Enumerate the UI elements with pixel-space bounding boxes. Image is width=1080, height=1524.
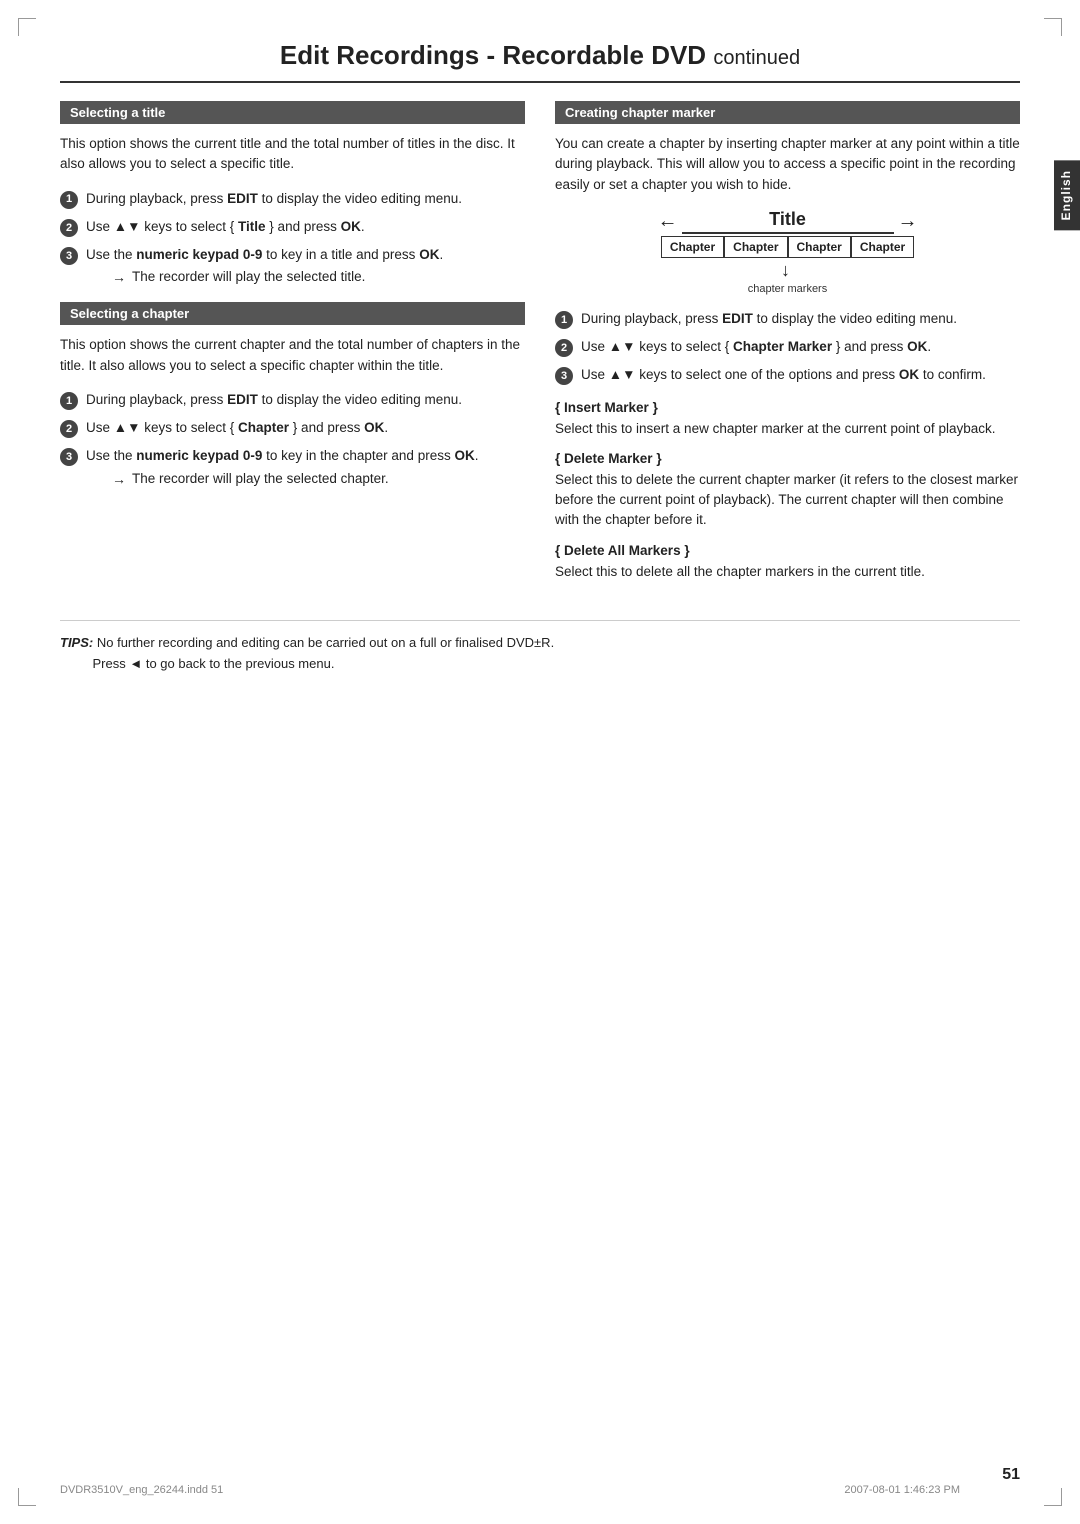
footer-file: DVDR3510V_eng_26244.indd 51 [60, 1484, 223, 1496]
sub-section-delete-body: Select this to delete the current chapte… [555, 470, 1020, 531]
result-text: The recorder will play the selected chap… [132, 469, 389, 490]
chapter-marker-body: You can create a chapter by inserting ch… [555, 134, 1020, 195]
section-header-chapter-marker: Creating chapter marker [555, 101, 1020, 124]
step-number: 1 [60, 191, 78, 209]
step-number: 3 [555, 367, 573, 385]
step-number: 3 [60, 247, 78, 265]
section-header-title: Selecting a title [60, 101, 525, 124]
sub-section-delete-title: { Delete Marker } [555, 451, 1020, 466]
chapter-marker-steps: 1 During playback, press EDIT to display… [555, 309, 1020, 386]
result-text: The recorder will play the selected titl… [132, 267, 365, 288]
step-item: 2 Use ▲▼ keys to select { Chapter Marker… [555, 337, 1020, 357]
step-text: Use ▲▼ keys to select { Title } and pres… [86, 217, 525, 237]
right-column: Creating chapter marker You can create a… [555, 101, 1020, 590]
step-number: 2 [60, 219, 78, 237]
arrow-icon: → [112, 469, 126, 490]
step-item: 1 During playback, press EDIT to display… [60, 189, 525, 209]
tips-text: No further recording and editing can be … [60, 635, 554, 671]
step-text: During playback, press EDIT to display t… [581, 309, 1020, 329]
arrow-right-icon: → [898, 210, 918, 233]
tips-label: TIPS: [60, 635, 93, 650]
page-title: Edit Recordings - Recordable DVD continu… [60, 40, 1020, 83]
chapters-row: Chapter Chapter Chapter Chapter [658, 236, 918, 258]
footer-date: 2007-08-01 1:46:23 PM [844, 1484, 960, 1496]
step-item: 3 Use ▲▼ keys to select one of the optio… [555, 365, 1020, 385]
step-text: Use the numeric keypad 0-9 to key in a t… [86, 245, 525, 288]
step-item: 1 During playback, press EDIT to display… [555, 309, 1020, 329]
chapter-box: Chapter [851, 236, 914, 258]
step-result: → The recorder will play the selected ch… [112, 469, 525, 490]
arrow-left-icon: ← [658, 210, 678, 233]
step-item: 1 During playback, press EDIT to display… [60, 390, 525, 410]
step-number: 2 [60, 420, 78, 438]
section2-steps: 1 During playback, press EDIT to display… [60, 390, 525, 490]
step-text: Use ▲▼ keys to select { Chapter Marker }… [581, 337, 1020, 357]
section2-body: This option shows the current chapter an… [60, 335, 525, 376]
title-diagram-label: Title [682, 209, 894, 234]
step-number: 2 [555, 339, 573, 357]
chapter-box: Chapter [724, 236, 787, 258]
title-diagram: ← Title → Chapter Chapter Chapter Chapte… [658, 209, 918, 295]
step-item: 3 Use the numeric keypad 0-9 to key in t… [60, 446, 525, 489]
sub-section-insert-title: { Insert Marker } [555, 400, 1020, 415]
section1-body: This option shows the current title and … [60, 134, 525, 175]
step-item: 3 Use the numeric keypad 0-9 to key in a… [60, 245, 525, 288]
step-number: 3 [60, 448, 78, 466]
sub-section-delete-all-title: { Delete All Markers } [555, 543, 1020, 558]
chapter-arrow-row: ↓ [658, 260, 918, 281]
sub-section-delete-all-body: Select this to delete all the chapter ma… [555, 562, 1020, 582]
sub-section-insert-body: Select this to insert a new chapter mark… [555, 419, 1020, 439]
arrow-icon: → [112, 267, 126, 288]
section1-steps: 1 During playback, press EDIT to display… [60, 189, 525, 289]
step-text: During playback, press EDIT to display t… [86, 390, 525, 410]
step-text: Use ▲▼ keys to select one of the options… [581, 365, 1020, 385]
step-number: 1 [60, 392, 78, 410]
left-column: Selecting a title This option shows the … [60, 101, 525, 590]
step-item: 2 Use ▲▼ keys to select { Chapter } and … [60, 418, 525, 438]
chapter-box: Chapter [788, 236, 851, 258]
chapter-arrow-down-icon: ↓ [781, 260, 790, 281]
section-header-chapter: Selecting a chapter [60, 302, 525, 325]
step-text: Use the numeric keypad 0-9 to key in the… [86, 446, 525, 489]
step-text: During playback, press EDIT to display t… [86, 189, 525, 209]
step-item: 2 Use ▲▼ keys to select { Title } and pr… [60, 217, 525, 237]
chapter-box: Chapter [661, 236, 724, 258]
step-text: Use ▲▼ keys to select { Chapter } and pr… [86, 418, 525, 438]
step-number: 1 [555, 311, 573, 329]
tips-section: TIPS: No further recording and editing c… [60, 620, 1020, 675]
page-number: 51 [1002, 1466, 1020, 1484]
step-result: → The recorder will play the selected ti… [112, 267, 525, 288]
chapter-markers-label: chapter markers [658, 283, 918, 295]
